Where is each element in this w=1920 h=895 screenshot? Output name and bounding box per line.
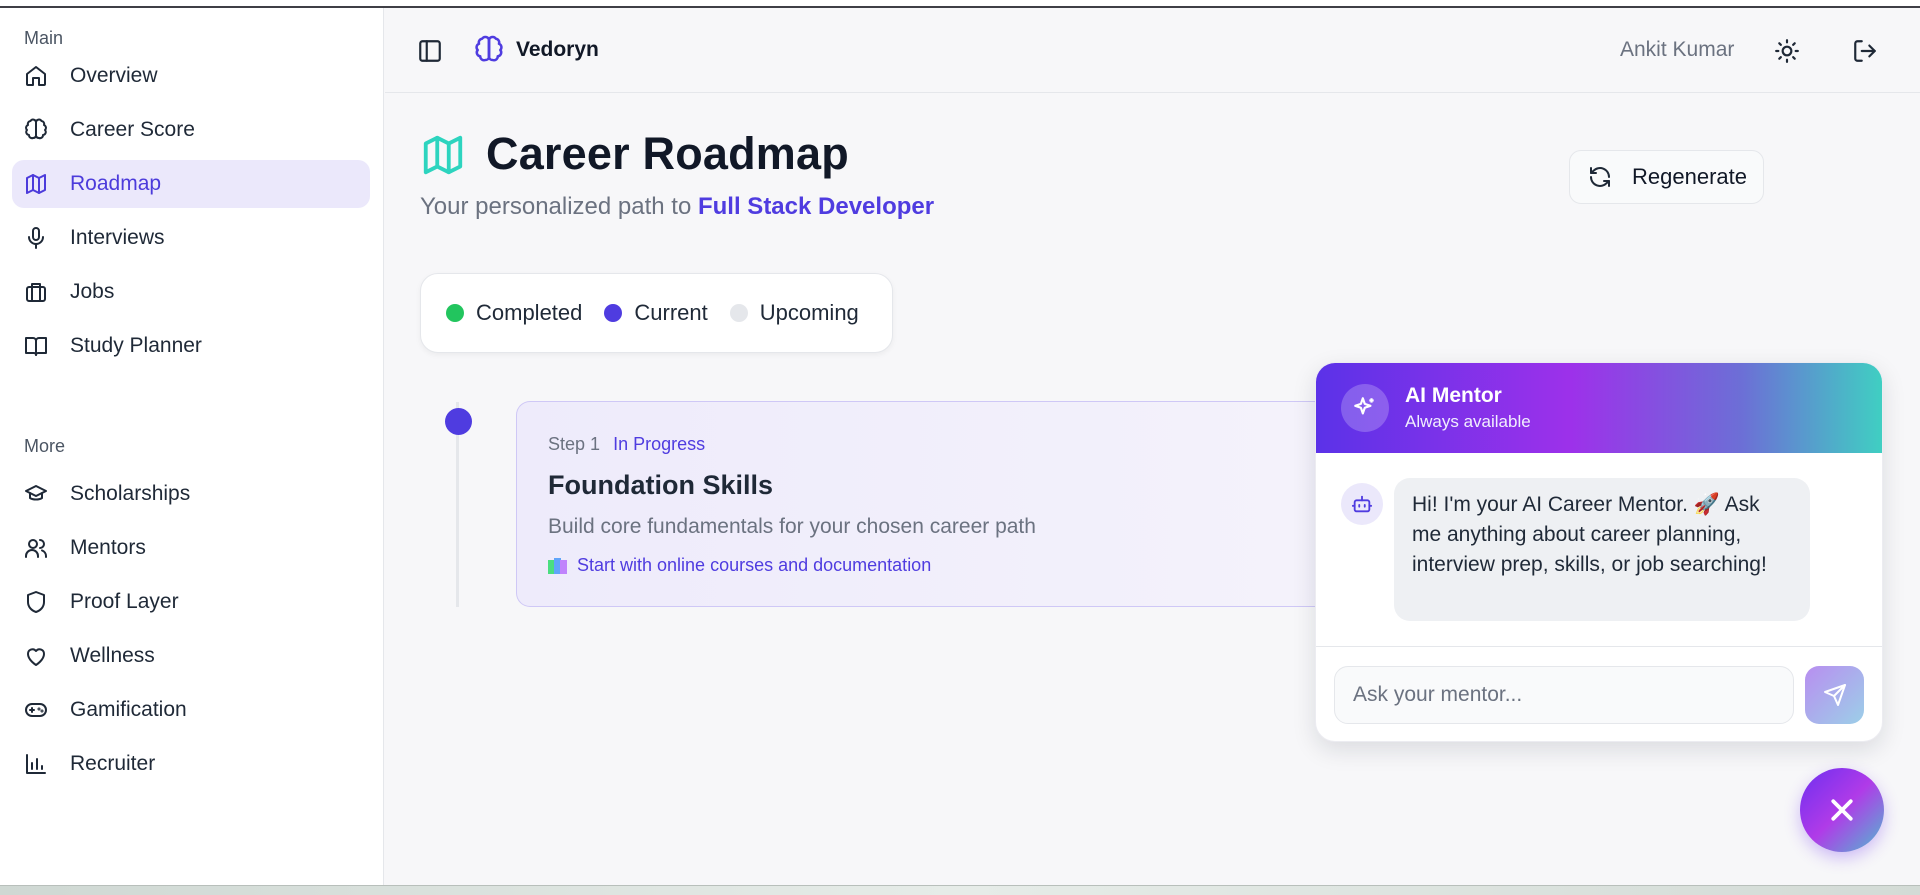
- legend-current: Current: [604, 300, 708, 326]
- chat-header: AI Mentor Always available: [1316, 363, 1882, 453]
- user-name: Ankit Kumar: [1620, 38, 1735, 61]
- sidebar: Main Overview Career Score Roadmap Inter…: [0, 8, 384, 885]
- sidebar-item-mentors[interactable]: Mentors: [12, 524, 370, 572]
- gamepad-icon: [24, 698, 48, 722]
- sidebar-item-jobs[interactable]: Jobs: [12, 268, 370, 316]
- subtitle-prefix: Your personalized path to: [420, 193, 692, 220]
- sidebar-item-proof-layer[interactable]: Proof Layer: [12, 578, 370, 626]
- sidebar-item-recruiter[interactable]: Recruiter: [12, 740, 370, 788]
- sidebar-item-scholarships[interactable]: Scholarships: [12, 470, 370, 518]
- timeline-step-dot: [445, 408, 472, 435]
- current-dot: [604, 304, 623, 322]
- regenerate-label: Regenerate: [1632, 164, 1747, 189]
- sidebar-item-study-planner[interactable]: Study Planner: [12, 322, 370, 370]
- sidebar-item-overview[interactable]: Overview: [12, 52, 370, 100]
- close-chat-button[interactable]: [1800, 768, 1884, 852]
- shield-icon: [24, 590, 48, 614]
- sidebar-item-label: Mentors: [70, 536, 146, 559]
- roadmap-title-map-icon: [423, 135, 463, 175]
- sidebar-item-label: Gamification: [70, 698, 187, 721]
- regenerate-button[interactable]: Regenerate: [1569, 150, 1764, 204]
- sidebar-item-roadmap[interactable]: Roadmap: [12, 160, 370, 208]
- page-subtitle: Your personalized path to Full Stack Dev…: [420, 193, 934, 221]
- sidebar-item-label: Scholarships: [70, 482, 191, 505]
- upcoming-dot: [729, 304, 748, 322]
- legend-label: Upcoming: [759, 300, 859, 325]
- completed-dot: [446, 304, 464, 322]
- legend-upcoming: Upcoming: [729, 300, 859, 326]
- sidebar-item-label: Recruiter: [70, 752, 156, 775]
- graduation-cap-icon: [24, 482, 48, 506]
- sidebar-item-label: Proof Layer: [70, 590, 179, 613]
- ai-mentor-chat: AI Mentor Always available Hi! I'm your …: [1315, 362, 1883, 742]
- sidebar-item-label: Study Planner: [70, 334, 202, 357]
- home-icon: [24, 64, 48, 88]
- target-role: Full Stack Developer: [697, 193, 935, 220]
- heart-icon: [24, 644, 48, 668]
- step-number: Step 1: [548, 434, 601, 454]
- status-legend: Completed Current Upcoming: [420, 273, 893, 353]
- step-resource-label: Start with online courses and documentat…: [577, 555, 932, 575]
- mic-icon: [24, 226, 48, 250]
- brain-icon: [24, 118, 48, 142]
- step-title: Foundation Skills: [548, 470, 774, 500]
- logout-icon[interactable]: [1852, 38, 1878, 64]
- sidebar-item-gamification[interactable]: Gamification: [12, 686, 370, 734]
- bot-icon: [1341, 483, 1383, 525]
- chat-status: Always available: [1405, 412, 1531, 431]
- bar-chart-icon: [24, 752, 48, 776]
- page-title: Career Roadmap: [486, 128, 849, 179]
- roadmap-step-card[interactable]: Step 1 In Progress Foundation Skills Bui…: [516, 401, 1316, 607]
- legend-label: Completed: [476, 300, 583, 325]
- book-open-icon: [24, 334, 48, 358]
- send-button[interactable]: [1805, 666, 1864, 724]
- send-icon: [1823, 684, 1846, 706]
- sparkles-icon: [1341, 384, 1389, 432]
- step-description: Build core fundamentals for your chosen …: [548, 515, 1036, 538]
- legend-label: Current: [634, 300, 708, 325]
- users-icon: [24, 536, 48, 560]
- briefcase-icon: [24, 280, 48, 304]
- sidebar-item-label: Jobs: [70, 280, 115, 303]
- chat-title: AI Mentor: [1405, 384, 1502, 407]
- refresh-icon: [1590, 167, 1610, 187]
- sidebar-toggle-icon[interactable]: [417, 38, 443, 64]
- sidebar-item-interviews[interactable]: Interviews: [12, 214, 370, 262]
- chat-message-bubble: Hi! I'm your AI Career Mentor. 🚀 Ask me …: [1394, 478, 1810, 621]
- sidebar-item-label: Career Score: [70, 118, 195, 141]
- brain-logo-icon: [475, 35, 503, 62]
- sidebar-item-label: Overview: [70, 64, 158, 87]
- legend-completed: Completed: [446, 300, 582, 326]
- step-meta: Step 1 In Progress: [548, 434, 705, 455]
- chat-divider: [1316, 646, 1882, 647]
- map-icon: [24, 172, 48, 196]
- sidebar-item-label: Wellness: [70, 644, 155, 667]
- sidebar-section-main: Main: [24, 28, 64, 48]
- step-status: In Progress: [613, 434, 706, 454]
- books-icon: [548, 557, 568, 574]
- sidebar-item-wellness[interactable]: Wellness: [12, 632, 370, 680]
- brand-name: Vedoryn: [516, 38, 599, 61]
- sidebar-section-more: More: [24, 436, 66, 456]
- sidebar-item-label: Interviews: [70, 226, 165, 249]
- step-resource-link[interactable]: Start with online courses and documentat…: [548, 555, 931, 576]
- theme-toggle-sun-icon[interactable]: [1774, 38, 1800, 64]
- sidebar-item-career-score[interactable]: Career Score: [12, 106, 370, 154]
- chat-input[interactable]: [1334, 666, 1794, 724]
- top-header: Vedoryn Ankit Kumar: [385, 8, 1920, 93]
- sidebar-item-label: Roadmap: [70, 172, 162, 195]
- window-bottom-edge: [0, 885, 1920, 895]
- close-icon: [1831, 799, 1853, 821]
- browser-top-edge: [0, 0, 1920, 8]
